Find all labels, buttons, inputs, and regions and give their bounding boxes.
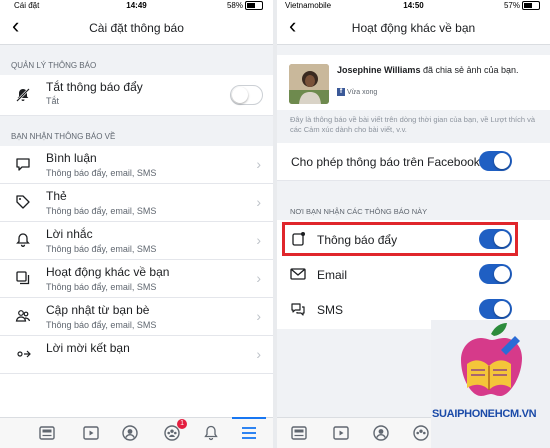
chevron-right-icon: ›: [256, 156, 261, 172]
nav-bar: ‹ Cài đặt thông báo: [0, 11, 273, 45]
apple-book-logo-icon: [461, 323, 522, 396]
battery-icon: [522, 1, 540, 11]
list-item[interactable]: Cập nhật từ bạn bè Thông báo đẩy, email, …: [0, 298, 273, 336]
news-feed-icon: [39, 426, 55, 440]
highlight-box: [282, 222, 518, 256]
video-icon: [333, 426, 349, 440]
tab-profile[interactable]: [121, 424, 139, 442]
list-item-label: Hoạt động khác về bạn: [46, 265, 170, 279]
channel-label: Email: [317, 268, 348, 282]
notification-preview: Josephine Williams đã chia sẻ ảnh của bạ…: [277, 55, 550, 110]
watermark-text: SUAIPHONEHCM.VN: [432, 408, 537, 420]
email-row[interactable]: Email: [277, 257, 550, 293]
list-item-label: Thẻ: [46, 189, 67, 203]
push-off-row[interactable]: Tắt thông báo đẩy Tắt: [0, 75, 273, 116]
battery-status: 58%: [227, 0, 263, 11]
chevron-right-icon: ›: [256, 194, 261, 210]
tab-bar: 1: [0, 417, 273, 448]
left-screen: Cái đặt 14:49 58% ‹ Cài đặt thông báo QU…: [0, 0, 273, 448]
groups-badge: 1: [177, 419, 187, 429]
status-bar: Cái đặt 14:49 58%: [0, 0, 273, 11]
facebook-icon: f: [337, 88, 345, 96]
list-item-label: Lời nhắc: [46, 227, 93, 241]
chevron-right-icon: ›: [256, 308, 261, 324]
tab-news-feed[interactable]: [38, 424, 56, 442]
allow-facebook-row[interactable]: Cho phép thông báo trên Facebook: [277, 143, 550, 181]
bell-icon: [12, 229, 34, 251]
email-icon: [287, 263, 309, 285]
list-item-label: Cập nhật từ bạn bè: [46, 303, 150, 317]
tab-watch[interactable]: [82, 424, 100, 442]
page-title: Cài đặt thông báo: [89, 21, 184, 35]
news-feed-icon: [291, 426, 307, 440]
copy-icon: [12, 267, 34, 289]
channel-label: SMS: [317, 303, 344, 317]
profile-icon: [122, 425, 138, 441]
bell-off-icon: [12, 84, 34, 106]
nav-bar: ‹ Hoạt động khác về bạn: [277, 11, 550, 45]
description-text: Đây là thông báo về bài viết trên dòng t…: [290, 115, 536, 134]
sms-icon: [287, 298, 309, 320]
friends-icon: [12, 305, 34, 327]
groups-icon: [413, 425, 429, 441]
comment-icon: [12, 153, 34, 175]
list-item-label: Lời mời kết bạn: [46, 341, 130, 355]
menu-icon: [242, 427, 256, 439]
battery-icon: [245, 1, 263, 11]
tab-watch[interactable]: [332, 424, 350, 442]
section-header-receive: BẠN NHẬN THÔNG BÁO VỀ: [0, 128, 273, 146]
chevron-right-icon: ›: [256, 232, 261, 248]
add-friend-icon: [12, 343, 34, 365]
tab-groups[interactable]: [412, 424, 430, 442]
list-item[interactable]: Thẻ Thông báo đẩy, email, SMS ›: [0, 184, 273, 222]
list-item-sub: Thông báo đẩy, email, SMS: [46, 168, 157, 178]
channel-toggle[interactable]: [479, 299, 512, 319]
section-header-channels: NƠI BẠN NHẬN CÁC THÔNG BÁO NÀY: [290, 207, 428, 216]
list-item[interactable]: Lời mời kết bạn ›: [0, 336, 273, 374]
push-off-label: Tắt thông báo đẩy: [46, 80, 143, 94]
list-item-sub: Thông báo đẩy, email, SMS: [46, 206, 157, 216]
notification-time-row: f Vừa xong: [337, 88, 377, 96]
allow-facebook-toggle[interactable]: [479, 151, 512, 171]
list-item-sub: Thông báo đẩy, email, SMS: [46, 320, 157, 330]
push-off-toggle[interactable]: [230, 85, 263, 105]
tab-notifications[interactable]: [202, 424, 220, 442]
channel-toggle[interactable]: [479, 264, 512, 284]
watermark-logo: [431, 320, 550, 448]
list-item-sub: Thông báo đẩy, email, SMS: [46, 244, 157, 254]
notification-text: Josephine Williams đã chia sẻ ảnh của bạ…: [337, 65, 540, 76]
list-item[interactable]: Lời nhắc Thông báo đẩy, email, SMS ›: [0, 222, 273, 260]
allow-facebook-label: Cho phép thông báo trên Facebook: [291, 155, 480, 169]
section-header-manage: QUẢN LÝ THÔNG BÁO: [0, 57, 273, 75]
tab-groups[interactable]: 1: [163, 419, 187, 442]
tag-icon: [12, 191, 34, 213]
avatar: [289, 64, 329, 104]
notification-name: Josephine Williams: [337, 65, 421, 75]
tab-profile[interactable]: [372, 424, 390, 442]
active-tab-indicator: [232, 417, 266, 419]
list-item[interactable]: Bình luận Thông báo đẩy, email, SMS ›: [0, 146, 273, 184]
notification-message: đã chia sẻ ảnh của bạn.: [420, 65, 519, 75]
page-title: Hoạt động khác về bạn: [351, 21, 476, 35]
chevron-right-icon: ›: [256, 270, 261, 286]
push-off-state: Tắt: [46, 96, 60, 106]
list-item[interactable]: Hoạt động khác về bạn Thông báo đẩy, emai…: [0, 260, 273, 298]
list-item-sub: Thông báo đẩy, email, SMS: [46, 282, 157, 292]
video-icon: [83, 426, 99, 440]
chevron-right-icon: ›: [256, 346, 261, 362]
tab-menu[interactable]: [240, 424, 258, 442]
status-bar: Vietnamobile 14:50 57%: [277, 0, 550, 11]
bell-icon: [204, 425, 218, 441]
profile-icon: [373, 425, 389, 441]
list-item-label: Bình luận: [46, 151, 97, 165]
battery-status: 57%: [504, 0, 540, 11]
notification-time: Vừa xong: [346, 88, 378, 96]
tab-news-feed[interactable]: [290, 424, 308, 442]
